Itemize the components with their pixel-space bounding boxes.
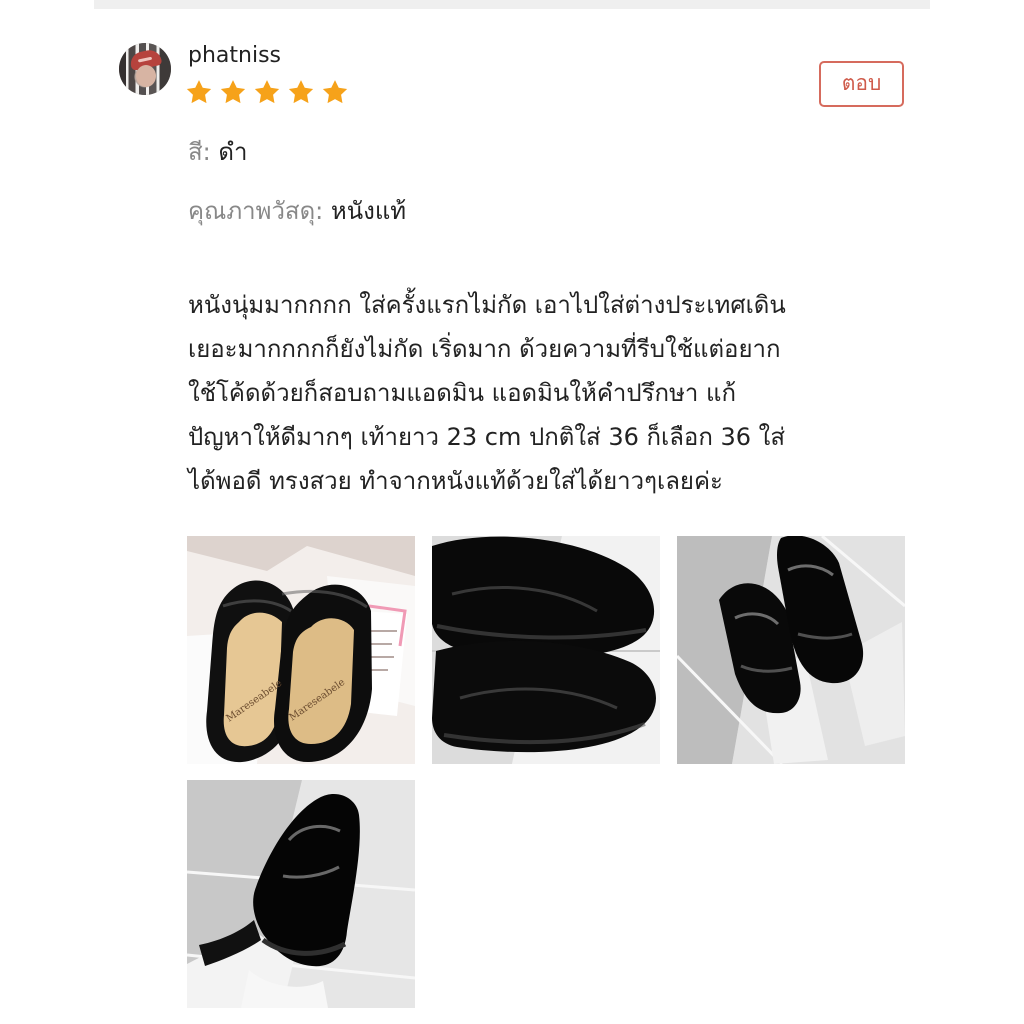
avatar-face (136, 65, 156, 87)
review-photo-shoe-box[interactable]: Mareseabele Mareseabele (187, 536, 415, 764)
review-photo-single-worn-shoe[interactable] (187, 780, 415, 1008)
rating-stars (185, 78, 349, 106)
review-card: phatniss ตอบ สี: ดำ คุณภาพวัสดุ: หนังแท้… (0, 0, 1024, 1024)
reviewer-username[interactable]: phatniss (188, 42, 281, 70)
reply-button[interactable]: ตอบ (819, 61, 904, 107)
star-icon (322, 80, 348, 104)
review-text-line: หนังนุ่มมากกกก ใส่ครั้งแรกไม่กัด เอาไปใส… (188, 291, 786, 319)
material-attribute: คุณภาพวัสดุ: หนังแท้ (188, 195, 406, 227)
color-attribute: สี: ดำ (188, 136, 247, 168)
review-photo-worn-shoes[interactable] (677, 536, 905, 764)
review-text-line: ใช้โค้ดด้วยก็สอบถามแอดมิน แอดมินให้คำปรึ… (188, 379, 736, 407)
color-label: สี: (188, 138, 219, 166)
review-text: หนังนุ่มมากกกก ใส่ครั้งแรกไม่กัด เอาไปใส… (188, 283, 908, 503)
worn-shoes-photo (677, 536, 905, 764)
shoe-box-photo: Mareseabele Mareseabele (187, 536, 415, 764)
material-value: หนังแท้ (330, 197, 407, 225)
color-value: ดำ (218, 138, 248, 166)
review-text-line: เยอะมากกกกก็ยังไม่กัด เริ่ดมาก ด้วยความท… (188, 335, 781, 363)
shoe-closeup-photo (432, 536, 660, 764)
star-icon (254, 80, 280, 104)
star-icon (186, 80, 212, 104)
material-label: คุณภาพวัสดุ: (188, 197, 331, 225)
star-icon (288, 80, 314, 104)
star-icon (220, 80, 246, 104)
single-worn-shoe-photo (187, 780, 415, 1008)
review-text-line: ปัญหาให้ดีมากๆ เท้ายาว 23 cm ปกติใส่ 36 … (188, 423, 786, 451)
avatar[interactable] (119, 43, 171, 95)
review-photo-shoe-closeup[interactable] (432, 536, 660, 764)
review-text-line: ได้พอดี ทรงสวย ทำจากหนังแท้ด้วยใส่ได้ยาว… (188, 467, 723, 495)
